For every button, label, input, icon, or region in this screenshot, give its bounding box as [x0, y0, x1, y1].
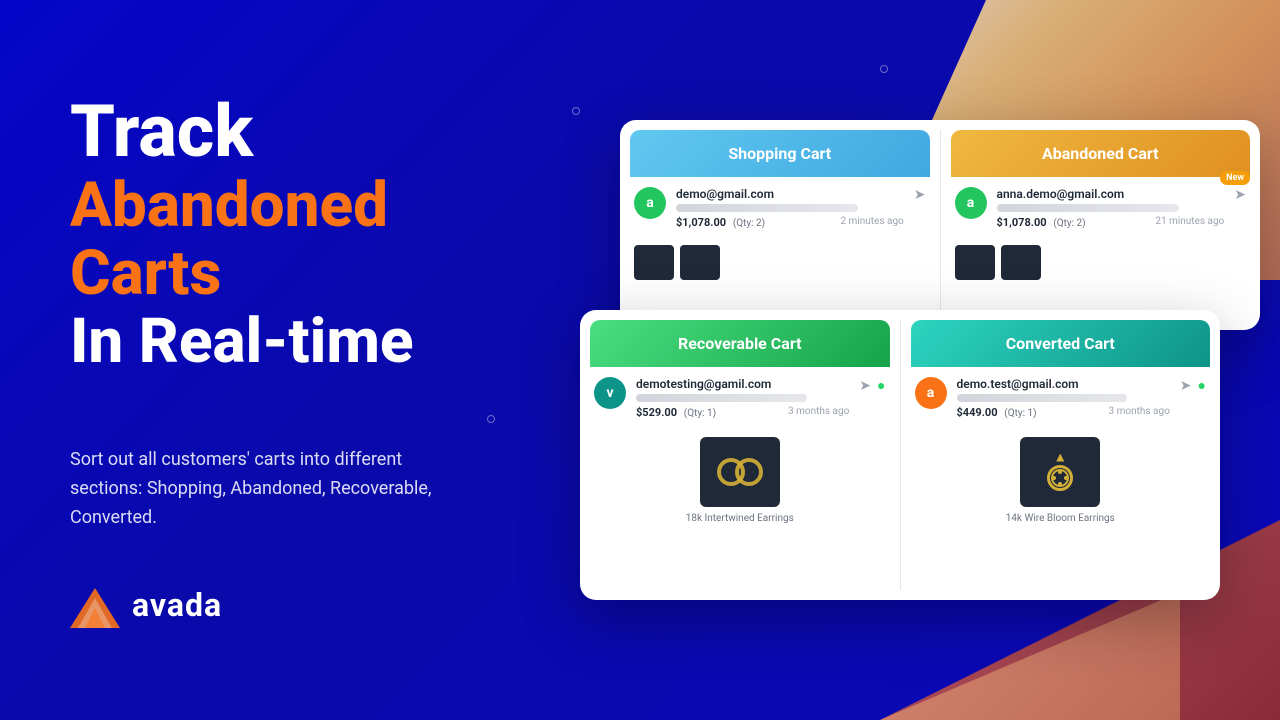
bloom-circle — [1047, 465, 1073, 491]
recoverable-cart-product-bar — [636, 394, 807, 402]
converted-product-image — [1020, 437, 1100, 507]
shopping-cart-time: 2 minutes ago — [840, 216, 903, 229]
converted-product-card: 14k Wire Bloom Earrings — [901, 429, 1221, 532]
thumb-2 — [680, 245, 720, 280]
bloom-top — [1056, 454, 1064, 462]
shopping-cart-meta: $1,078.00 (Qty: 2) 2 minutes ago — [676, 216, 904, 229]
converted-cart-avatar: a — [915, 377, 947, 409]
send-icon-converted[interactable]: ➤ — [1180, 378, 1192, 394]
shopping-cart-thumbs — [620, 239, 940, 288]
new-badge: New — [1220, 171, 1250, 185]
headline-abandoned: Abandoned Carts — [70, 172, 480, 308]
headline: Track Abandoned Carts In Real-time — [70, 92, 480, 376]
recoverable-cart-item: v demotesting@gamil.com $529.00 (Qty: 1)… — [580, 367, 900, 429]
abandoned-cart-email: anna.demo@gmail.com — [997, 187, 1225, 201]
recoverable-cart-panel: Recoverable Cart v demotesting@gamil.com… — [580, 310, 900, 600]
recoverable-product-label: 18k Intertwined Earrings — [686, 513, 794, 524]
dot-2 — [572, 107, 580, 115]
intertwined-earrings-icon — [717, 458, 763, 486]
dot-1 — [880, 65, 888, 73]
recoverable-cart-price: $529.00 (Qty: 1) — [636, 406, 716, 419]
shopping-cart-avatar: a — [634, 187, 666, 219]
description-text: Sort out all customers' carts into diffe… — [70, 446, 470, 532]
recoverable-action-icons: ➤ ● — [859, 377, 885, 394]
abandoned-cart-product-bar — [997, 204, 1179, 212]
converted-product-label: 14k Wire Bloom Earrings — [1006, 513, 1115, 524]
recoverable-cart-info: demotesting@gamil.com $529.00 (Qty: 1) 3… — [636, 377, 849, 419]
recoverable-cart-title: Recoverable Cart — [678, 334, 802, 353]
recoverable-cart-header: Recoverable Cart — [590, 320, 890, 367]
bottom-panel: Recoverable Cart v demotesting@gamil.com… — [580, 310, 1220, 600]
abandoned-cart-item: New a anna.demo@gmail.com $1,078.00 (Qty… — [941, 177, 1261, 239]
logo-text: avada — [132, 586, 222, 624]
ring-right — [735, 458, 763, 486]
logo-area: avada — [70, 583, 480, 628]
recoverable-cart-avatar: v — [594, 377, 626, 409]
abandoned-cart-time: 21 minutes ago — [1155, 216, 1224, 229]
headline-realtime: In Real-time — [70, 308, 480, 376]
shopping-cart-panel: Shopping Cart a demo@gmail.com $1,078.00… — [620, 120, 940, 330]
abandoned-cart-info: anna.demo@gmail.com $1,078.00 (Qty: 2) 2… — [997, 187, 1225, 229]
abandoned-cart-meta: $1,078.00 (Qty: 2) 21 minutes ago — [997, 216, 1225, 229]
converted-cart-price: $449.00 (Qty: 1) — [957, 406, 1037, 419]
shopping-cart-product-bar — [676, 204, 858, 212]
abandoned-cart-header: Abandoned Cart — [951, 130, 1251, 177]
recoverable-cart-time: 3 months ago — [788, 406, 849, 419]
thumb-1 — [634, 245, 674, 280]
recoverable-product-card: 18k Intertwined Earrings — [580, 429, 900, 532]
converted-cart-time: 3 months ago — [1109, 406, 1170, 419]
abandoned-cart-price: $1,078.00 (Qty: 2) — [997, 216, 1086, 229]
send-icon-shopping[interactable]: ➤ — [914, 187, 926, 203]
whatsapp-icon-recoverable[interactable]: ● — [877, 377, 885, 394]
abandoned-cart-avatar: a — [955, 187, 987, 219]
right-content-area: Shopping Cart a demo@gmail.com $1,078.00… — [580, 120, 1260, 680]
shopping-cart-email: demo@gmail.com — [676, 187, 904, 201]
recoverable-product-image — [700, 437, 780, 507]
converted-cart-panel: Converted Cart a demo.test@gmail.com $44… — [901, 310, 1221, 600]
converted-cart-product-bar — [957, 394, 1128, 402]
converted-cart-item: a demo.test@gmail.com $449.00 (Qty: 1) 3… — [901, 367, 1221, 429]
shopping-cart-item: a demo@gmail.com $1,078.00 (Qty: 2) 2 mi… — [620, 177, 940, 239]
converted-cart-header: Converted Cart — [911, 320, 1211, 367]
avada-logo-icon — [70, 583, 120, 628]
converted-cart-meta: $449.00 (Qty: 1) 3 months ago — [957, 406, 1170, 419]
shopping-cart-info: demo@gmail.com $1,078.00 (Qty: 2) 2 minu… — [676, 187, 904, 229]
converted-action-icons: ➤ ● — [1180, 377, 1206, 394]
converted-cart-info: demo.test@gmail.com $449.00 (Qty: 1) 3 m… — [957, 377, 1170, 419]
converted-cart-title: Converted Cart — [1006, 334, 1115, 353]
abandoned-cart-title: Abandoned Cart — [1042, 144, 1159, 163]
shopping-cart-title: Shopping Cart — [728, 144, 831, 163]
whatsapp-icon-converted[interactable]: ● — [1198, 377, 1206, 394]
thumb-4 — [1001, 245, 1041, 280]
recoverable-cart-email: demotesting@gamil.com — [636, 377, 849, 391]
top-panel: Shopping Cart a demo@gmail.com $1,078.00… — [620, 120, 1260, 330]
thumb-3 — [955, 245, 995, 280]
bloom-earrings-icon — [1047, 454, 1073, 491]
converted-cart-email: demo.test@gmail.com — [957, 377, 1170, 391]
recoverable-cart-meta: $529.00 (Qty: 1) 3 months ago — [636, 406, 849, 419]
shopping-cart-header: Shopping Cart — [630, 130, 930, 177]
send-icon-abandoned[interactable]: ➤ — [1234, 187, 1246, 203]
abandoned-cart-thumbs — [941, 239, 1261, 288]
left-content-area: Track Abandoned Carts In Real-time Sort … — [0, 0, 540, 720]
send-icon-recoverable[interactable]: ➤ — [859, 378, 871, 394]
shopping-cart-price: $1,078.00 (Qty: 2) — [676, 216, 765, 229]
abandoned-cart-panel: Abandoned Cart New a anna.demo@gmail.com… — [941, 120, 1261, 330]
headline-track: Track — [70, 92, 480, 171]
bloom-svg — [1050, 468, 1070, 488]
